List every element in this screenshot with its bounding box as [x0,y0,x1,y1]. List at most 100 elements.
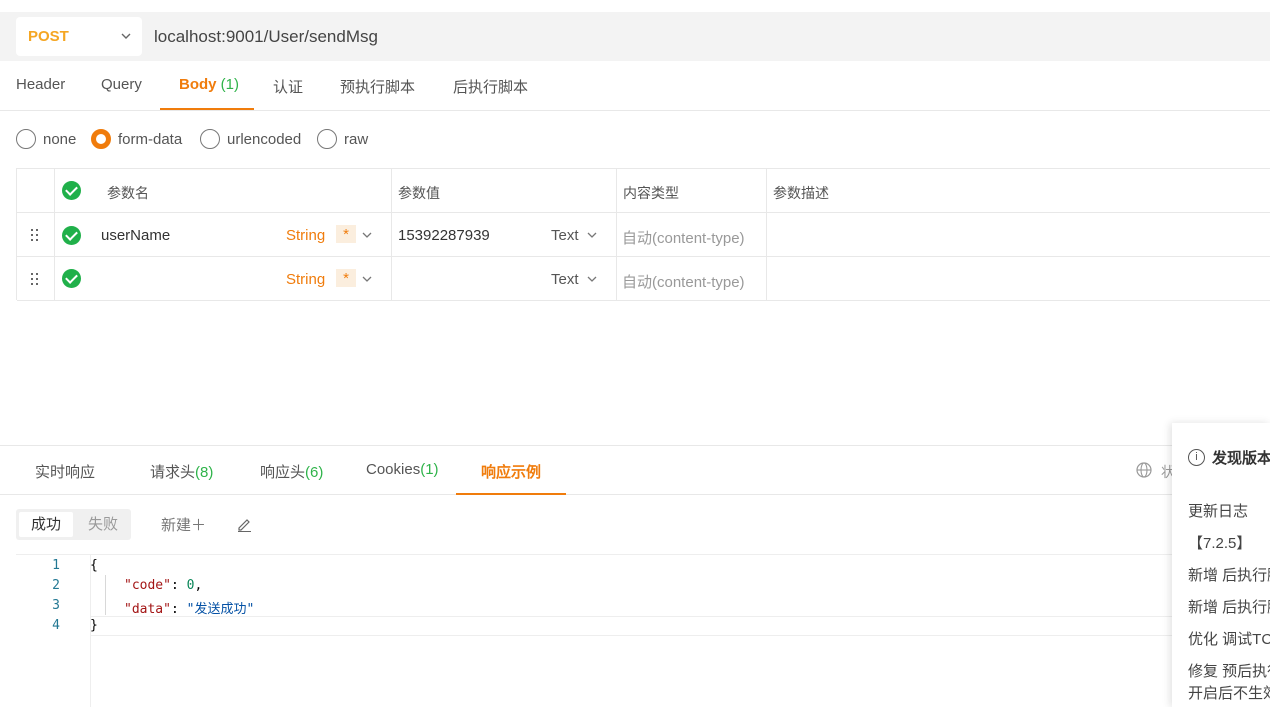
tab-post-script[interactable]: 后执行脚本 [453,76,528,97]
response-tabs: 实时响应 请求头(8) 响应头(6) Cookies(1) 响应示例 状 [0,445,1270,495]
table-header-row: 参数名 参数值 内容类型 参数描述 [17,169,1270,213]
changelog-line: 优化 调试TC [1188,631,1270,648]
url-bar: POST localhost:9001/User/sendMsg [0,12,1270,61]
current-line-highlight [91,616,1176,636]
changelog-line: 新增 后执行脚 [1188,599,1270,616]
globe-icon[interactable] [1136,462,1152,478]
info-icon: i [1188,449,1205,466]
tab-body[interactable]: Body (1) [179,76,239,93]
value-type-select[interactable]: Text [551,271,579,288]
tab-request-headers[interactable]: 请求头(8) [150,461,213,482]
edit-icon[interactable] [237,517,252,532]
value-type-select[interactable]: Text [551,227,579,244]
drag-handle-icon[interactable] [30,273,40,287]
code-line: "code": 0, [124,578,203,593]
radio-none[interactable]: none [16,129,76,149]
tab-header[interactable]: Header [16,76,65,93]
table-row: userName String * 15392287939 Text 自动(co… [17,213,1270,257]
json-string: "发送成功" [186,602,255,617]
tab-label: 响应头 [260,464,306,481]
chevron-down-icon[interactable] [362,231,372,239]
tab-pre-script[interactable]: 预执行脚本 [340,76,415,97]
row-enabled-checkbox[interactable] [62,226,81,245]
line-number: 2 [52,578,60,593]
tab-response-example[interactable]: 响应示例 [481,461,541,482]
line-number: 1 [52,558,60,573]
tab-body-count: (1) [220,76,240,93]
tab-response-headers[interactable]: 响应头(6) [260,461,323,482]
chevron-down-icon[interactable] [587,231,597,239]
radio-circle-checked [91,129,111,149]
radio-circle [317,129,337,149]
code-line: } [90,618,98,633]
tab-body-label: Body [179,76,217,93]
response-editor[interactable]: 1 2 3 4 { "code": 0, "data": "发送成功" } [16,554,1176,707]
required-toggle[interactable]: * [336,269,356,287]
param-type-select[interactable]: String [286,271,325,288]
row-enabled-checkbox[interactable] [62,269,81,288]
tab-query[interactable]: Query [101,76,142,93]
required-toggle[interactable]: * [336,225,356,243]
tab-realtime-response[interactable]: 实时响应 [35,461,95,482]
tab-count: (8) [195,464,214,481]
header-name: 参数名 [107,185,149,201]
line-number: 3 [52,598,60,613]
chevron-down-icon[interactable] [362,275,372,283]
header-value: 参数值 [398,185,440,201]
radio-form-data-label: form-data [118,130,183,148]
tab-label: 响应示例 [481,464,542,481]
changelog-line: 开启后不生效 [1188,685,1270,702]
tab-count: (1) [420,461,439,478]
tab-auth[interactable]: 认证 [273,76,303,97]
param-value-input[interactable]: 15392287939 [398,227,490,244]
changelog-line: 新增 后执行脚 [1188,567,1270,584]
radio-circle [200,129,220,149]
content-type-input[interactable]: 自动(content-type) [622,227,745,248]
header-content-type: 内容类型 [623,185,679,201]
radio-urlencoded[interactable]: urlencoded [200,129,301,149]
active-tab-underline [160,108,254,110]
changelog-line: 修复 预后执行 [1188,663,1270,680]
json-key: "code" [124,578,171,593]
method-select[interactable]: POST [16,17,142,56]
radio-form-data[interactable]: form-data [91,129,182,149]
example-segment: 成功 失败 [16,509,131,540]
tab-label: 实时响应 [35,464,96,481]
chevron-down-icon[interactable] [587,275,597,283]
json-key: "data" [124,602,171,617]
code-line: { [90,558,98,573]
line-number: 4 [52,618,60,633]
tab-label: Cookies [366,461,421,478]
code-line: "data": "发送成功" [124,602,255,617]
segment-success[interactable]: 成功 [19,512,73,537]
params-table: 参数名 参数值 内容类型 参数描述 userName String * 1539… [16,168,1270,301]
panel-title-text: 发现版本 [1212,450,1270,467]
tab-cookies[interactable]: Cookies(1) [366,461,439,478]
chevron-down-icon [121,33,131,39]
table-row: String * Text 自动(content-type) [17,257,1270,301]
content-type-input[interactable]: 自动(content-type) [622,271,745,292]
param-type-select[interactable]: String [286,227,325,244]
param-name-input[interactable]: userName [101,227,170,244]
radio-raw[interactable]: raw [317,129,368,149]
radio-raw-label: raw [344,130,369,148]
tab-label: 请求头 [150,464,196,481]
tab-count: (6) [305,464,324,481]
new-example-button[interactable]: 新建＋ [161,514,206,535]
json-number: 0 [186,578,195,593]
radio-circle [16,129,36,149]
drag-handle-icon[interactable] [30,229,40,243]
update-notice-title: i 发现版本 [1188,447,1270,468]
changelog-line: 更新日志 [1188,503,1249,520]
header-description: 参数描述 [773,185,829,201]
active-tab-underline [456,493,566,495]
changelog-line: 【7.2.5】 [1188,535,1252,552]
indent-guide [105,575,106,615]
radio-urlencoded-label: urlencoded [227,130,302,148]
method-label: POST [28,28,69,45]
segment-fail[interactable]: 失败 [88,512,118,537]
request-tabs: Header Query Body (1) 认证 预执行脚本 后执行脚本 [0,62,1270,111]
select-all-checkbox[interactable] [62,181,81,200]
radio-none-label: none [43,130,77,148]
url-input[interactable]: localhost:9001/User/sendMsg [154,27,378,47]
